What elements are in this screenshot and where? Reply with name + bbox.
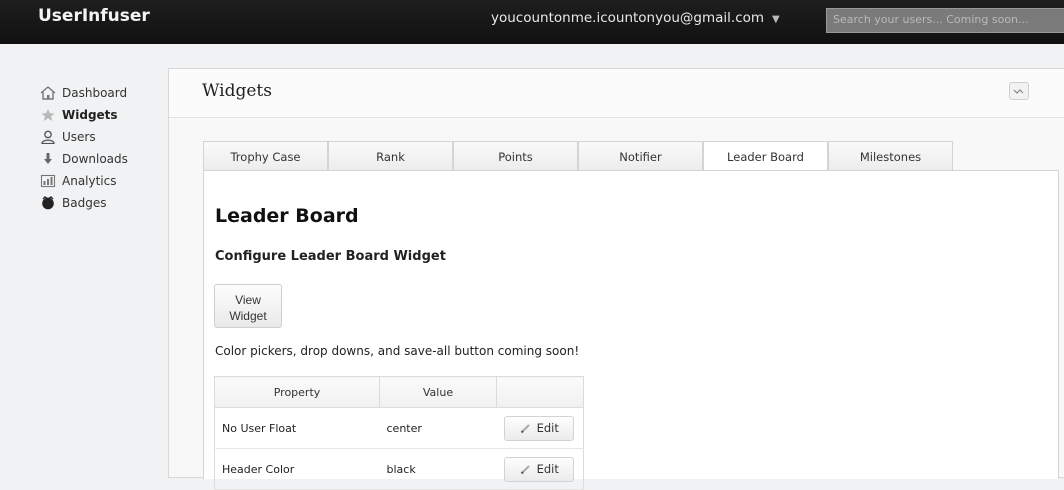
action-cell: Edit: [496, 448, 584, 490]
sidebar-item-badges[interactable]: Badges: [40, 192, 160, 214]
sidebar-item-label: Widgets: [62, 108, 118, 122]
search-input[interactable]: Search your users... Coming soon...: [826, 8, 1064, 33]
tab-trophy-case[interactable]: Trophy Case: [203, 141, 328, 171]
table-row: No User Float center Edit: [214, 407, 584, 449]
value-cell: center: [379, 407, 497, 449]
tab-content: Leader Board Configure Leader Board Widg…: [203, 170, 1059, 490]
column-header-property: Property: [214, 376, 380, 408]
coming-soon-note: Color pickers, drop downs, and save-all …: [215, 344, 580, 358]
main-panel: Widgets Trophy Case Rank Points Notifier…: [168, 68, 1064, 490]
section-subheading: Configure Leader Board Widget: [215, 249, 446, 264]
account-email: youcountonme.icountonyou@gmail.com: [491, 10, 765, 26]
properties-table: Property Value No User Float center Edit: [214, 376, 584, 490]
badge-icon: [40, 196, 56, 210]
chart-icon: [40, 174, 56, 188]
edit-button-label: Edit: [536, 462, 559, 476]
top-bar: UserInfuser youcountonme.icountonyou@gma…: [0, 0, 1064, 44]
collapse-icon: [1013, 82, 1025, 101]
value-cell: black: [379, 448, 497, 490]
section-heading: Leader Board: [215, 205, 359, 227]
download-icon: [40, 152, 56, 166]
sidebar-item-widgets[interactable]: Widgets: [40, 104, 160, 126]
user-icon: [40, 130, 56, 144]
account-menu[interactable]: youcountonme.icountonyou@gmail.com ▼: [491, 10, 780, 26]
sidebar: Dashboard Widgets Users Downloads Analyt…: [40, 82, 160, 214]
search-placeholder: Search your users... Coming soon...: [833, 13, 1029, 26]
property-cell: No User Float: [214, 407, 380, 449]
pencil-icon: [520, 422, 532, 434]
tab-points[interactable]: Points: [453, 141, 578, 171]
action-cell: Edit: [496, 407, 584, 449]
view-widget-button[interactable]: View Widget: [214, 284, 282, 328]
pencil-icon: [520, 463, 532, 475]
sidebar-item-label: Dashboard: [62, 86, 128, 100]
tab-leader-board[interactable]: Leader Board: [703, 141, 828, 172]
caret-down-icon: ▼: [772, 14, 780, 25]
page-title: Widgets: [202, 81, 272, 101]
column-header-actions: [496, 376, 584, 408]
sidebar-item-label: Badges: [62, 196, 107, 210]
table-row: Header Color black Edit: [214, 448, 584, 490]
sidebar-item-label: Downloads: [62, 152, 128, 166]
sidebar-item-users[interactable]: Users: [40, 126, 160, 148]
sidebar-item-downloads[interactable]: Downloads: [40, 148, 160, 170]
property-cell: Header Color: [214, 448, 380, 490]
sidebar-item-analytics[interactable]: Analytics: [40, 170, 160, 192]
tab-milestones[interactable]: Milestones: [828, 141, 953, 171]
tab-notifier[interactable]: Notifier: [578, 141, 703, 171]
sidebar-item-label: Users: [62, 130, 96, 144]
panel-header: Widgets: [169, 69, 1064, 118]
sidebar-item-dashboard[interactable]: Dashboard: [40, 82, 160, 104]
table-header-row: Property Value: [214, 376, 584, 408]
tab-rank[interactable]: Rank: [328, 141, 453, 171]
brand-logo[interactable]: UserInfuser: [38, 6, 150, 26]
widget-tabs: Trophy Case Rank Points Notifier Leader …: [203, 141, 953, 172]
column-header-value: Value: [379, 376, 497, 408]
edit-button[interactable]: Edit: [504, 415, 575, 441]
home-icon: [40, 86, 56, 100]
collapse-button[interactable]: [1009, 82, 1029, 100]
edit-button-label: Edit: [536, 421, 559, 435]
star-icon: [40, 108, 56, 122]
sidebar-item-label: Analytics: [62, 174, 117, 188]
